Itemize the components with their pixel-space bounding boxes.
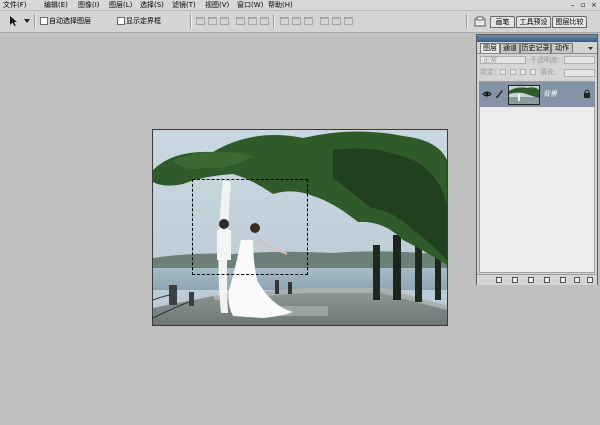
distribute-bottom-icon[interactable]	[304, 17, 313, 25]
fill-label: 填充:	[540, 68, 557, 76]
panel-well-tab-layer-comps[interactable]: 图层比较	[552, 16, 587, 28]
lock-icon	[583, 89, 591, 99]
blend-mode-value: 正常	[483, 56, 497, 64]
layer-row-background[interactable]: 背景	[479, 82, 595, 107]
new-group-icon[interactable]	[560, 277, 566, 283]
auto-select-layer-checkbox[interactable]	[40, 17, 48, 25]
opacity-input[interactable]	[564, 56, 595, 64]
close-icon[interactable]: ×	[591, 0, 597, 10]
tab-layers[interactable]: 图层	[480, 43, 500, 53]
lock-transparent-icon[interactable]	[500, 69, 506, 75]
layer-style-icon[interactable]	[512, 277, 518, 283]
brush-icon	[495, 89, 504, 99]
show-bounding-box-checkbox[interactable]	[117, 17, 125, 25]
menu-window[interactable]: 窗口(W)	[237, 0, 263, 10]
tab-actions[interactable]: 动作	[551, 43, 573, 53]
distribute-horizontal-center-icon[interactable]	[332, 17, 341, 25]
toolbar-separator	[190, 14, 192, 29]
menu-edit[interactable]: 编辑(E)	[44, 0, 68, 10]
align-bottom-icon[interactable]	[220, 17, 229, 25]
align-top-icon[interactable]	[196, 17, 205, 25]
eye-icon[interactable]	[482, 89, 492, 99]
layers-panel: 图层 通道 历史记录 动作 正常 不透明度: 锁定: 填充: 背景	[476, 34, 598, 285]
show-bounding-box-label: 显示定界框	[126, 17, 161, 25]
menu-image[interactable]: 图像(I)	[78, 0, 100, 10]
file-browser-icon[interactable]	[474, 16, 486, 27]
distribute-top-icon[interactable]	[280, 17, 289, 25]
options-bar: 自动选择图层 显示定界框 画笔 工具预设 图层比较	[0, 11, 600, 33]
tab-divider	[477, 53, 597, 54]
minimize-icon[interactable]: –	[571, 0, 575, 10]
move-tool-icon[interactable]	[8, 15, 20, 27]
auto-select-layer-label: 自动选择图层	[49, 17, 91, 25]
menu-view[interactable]: 视图(V)	[205, 0, 229, 10]
menu-help[interactable]: 帮助(H)	[268, 0, 293, 10]
align-vertical-center-icon[interactable]	[208, 17, 217, 25]
new-layer-icon[interactable]	[574, 277, 580, 283]
panel-title-bar[interactable]	[477, 35, 597, 42]
menu-select[interactable]: 选择(S)	[140, 0, 164, 10]
trash-icon[interactable]	[587, 277, 593, 283]
layer-name: 背景	[543, 90, 557, 98]
distribute-left-icon[interactable]	[320, 17, 329, 25]
link-layers-icon[interactable]	[496, 277, 502, 283]
toolbar-separator	[273, 14, 275, 29]
layer-list[interactable]	[479, 81, 595, 273]
chevron-down-icon[interactable]	[24, 18, 30, 24]
panel-well-tab-brushes[interactable]: 画笔	[490, 16, 515, 28]
lock-label: 锁定:	[480, 68, 497, 76]
align-left-icon[interactable]	[236, 17, 245, 25]
menu-file[interactable]: 文件(F)	[3, 0, 27, 10]
panel-menu-arrow-icon[interactable]	[587, 45, 594, 52]
tab-history[interactable]: 历史记录	[520, 43, 551, 53]
menu-layer[interactable]: 图层(L)	[109, 0, 132, 10]
blend-mode-select[interactable]: 正常	[480, 56, 526, 64]
align-horizontal-center-icon[interactable]	[248, 17, 257, 25]
distribute-right-icon[interactable]	[344, 17, 353, 25]
tab-channels[interactable]: 通道	[500, 43, 520, 53]
marquee-selection[interactable]	[192, 179, 308, 275]
menu-filter[interactable]: 滤镜(T)	[172, 0, 196, 10]
restore-icon[interactable]: ▫	[581, 0, 586, 10]
distribute-vertical-center-icon[interactable]	[292, 17, 301, 25]
toolbar-separator	[34, 14, 36, 29]
menu-bar: 文件(F) 编辑(E) 图像(I) 图层(L) 选择(S) 滤镜(T) 视图(V…	[0, 0, 600, 11]
opacity-label: 不透明度:	[530, 56, 561, 64]
align-right-icon[interactable]	[260, 17, 269, 25]
panel-well-tab-tool-presets[interactable]: 工具预设	[516, 16, 551, 28]
fill-input[interactable]	[564, 69, 595, 77]
layers-panel-footer	[477, 274, 597, 285]
layer-mask-icon[interactable]	[528, 277, 534, 283]
layer-thumbnail	[508, 85, 540, 105]
adjustment-layer-icon[interactable]	[544, 277, 550, 283]
toolbar-separator	[466, 14, 468, 29]
lock-position-icon[interactable]	[520, 69, 526, 75]
lock-image-icon[interactable]	[510, 69, 516, 75]
lock-all-icon[interactable]	[530, 69, 536, 75]
